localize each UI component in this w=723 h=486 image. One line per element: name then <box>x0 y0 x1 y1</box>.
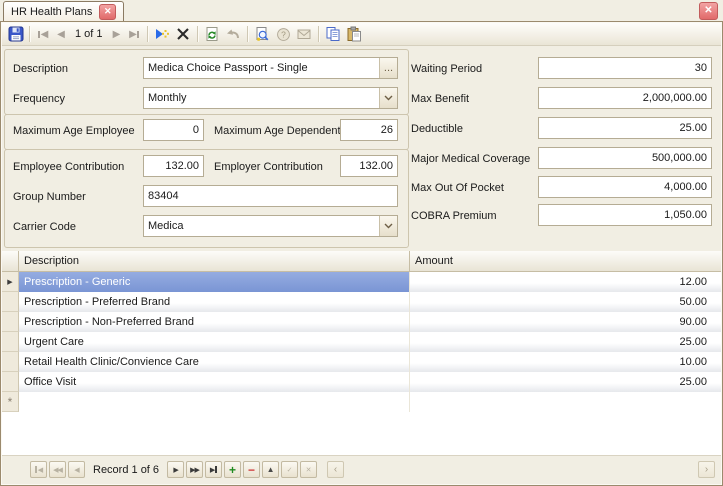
tab-close-icon[interactable]: ✕ <box>99 4 116 20</box>
frequency-dropdown[interactable]: Monthly <box>143 87 398 109</box>
hr-health-plans-window: HR Health Plans ✕ ✕ ◀ ◀ 1 of 1 ▶ ▶ <box>0 0 723 486</box>
nav-edit-icon[interactable]: ▲ <box>262 461 279 478</box>
toolbar-separator <box>197 26 199 42</box>
deductible-label: Deductible <box>411 123 463 135</box>
frequency-label: Frequency <box>13 93 65 105</box>
tab-title: HR Health Plans <box>11 6 92 18</box>
nav-append-icon[interactable]: + <box>224 461 241 478</box>
next-record-icon[interactable]: ▶ <box>108 24 126 44</box>
toolbar: ◀ ◀ 1 of 1 ▶ ▶ ? <box>2 23 721 46</box>
nav-end-edit-icon[interactable]: ✓ <box>281 461 298 478</box>
employer-contribution-field[interactable]: 132.00 <box>340 155 398 177</box>
delete-record-icon[interactable] <box>173 24 194 44</box>
max-age-dependent-field[interactable]: 26 <box>340 119 398 141</box>
hscroll-left-icon[interactable]: ‹ <box>327 461 344 478</box>
group-number-label: Group Number <box>13 191 86 203</box>
nav-previous-page-icon[interactable]: ◀◀ <box>49 461 66 478</box>
email-icon[interactable] <box>294 24 315 44</box>
group-number-field[interactable]: 83404 <box>143 185 398 207</box>
column-header-description[interactable]: Description <box>19 251 410 271</box>
table-row[interactable]: Prescription - Preferred Brand 50.00 <box>2 292 721 312</box>
waiting-period-field[interactable]: 30 <box>538 57 712 79</box>
nav-cancel-edit-icon[interactable]: ✕ <box>300 461 317 478</box>
tabstrip-close-icon[interactable]: ✕ <box>699 2 718 20</box>
record-position: 1 of 1 <box>70 28 108 40</box>
undo-icon[interactable] <box>223 24 244 44</box>
record-navigator: ◀ ◀◀ ◀ Record 1 of 6 ▶ ▶▶ ▶ + − ▲ ✓ ✕ ‹ … <box>2 455 721 483</box>
chevron-down-icon[interactable] <box>379 88 397 108</box>
nav-next-page-icon[interactable]: ▶▶ <box>186 461 203 478</box>
carrier-code-dropdown[interactable]: Medica <box>143 215 398 237</box>
table-row[interactable]: Urgent Care 25.00 <box>2 332 721 352</box>
employee-contribution-label: Employee Contribution <box>13 161 124 173</box>
save-icon[interactable] <box>5 24 26 44</box>
table-row[interactable]: ▶ Prescription - Generic 12.00 <box>2 272 721 292</box>
nav-delete-icon[interactable]: − <box>243 461 260 478</box>
description-label: Description <box>13 63 68 75</box>
row-indicator <box>2 372 19 392</box>
tab-hr-health-plans[interactable]: HR Health Plans ✕ <box>3 1 124 22</box>
carrier-code-label: Carrier Code <box>13 221 76 233</box>
waiting-period-label: Waiting Period <box>411 63 482 75</box>
refresh-icon[interactable] <box>202 24 223 44</box>
max-age-employee-field[interactable]: 0 <box>143 119 204 141</box>
row-indicator <box>2 292 19 312</box>
ellipsis-icon[interactable]: ... <box>379 58 397 78</box>
last-record-icon[interactable]: ▶ <box>126 24 144 44</box>
major-medical-coverage-field[interactable]: 500,000.00 <box>538 147 712 169</box>
table-row[interactable]: Prescription - Non-Preferred Brand 90.00 <box>2 312 721 332</box>
nav-previous-icon[interactable]: ◀ <box>68 461 85 478</box>
toolbar-separator <box>29 26 31 42</box>
copy-icon[interactable] <box>323 24 344 44</box>
table-row[interactable]: Retail Health Clinic/Convience Care 10.0… <box>2 352 721 372</box>
row-indicator <box>2 312 19 332</box>
tab-strip: HR Health Plans ✕ ✕ <box>0 0 723 22</box>
new-record-icon[interactable] <box>152 24 173 44</box>
nav-next-icon[interactable]: ▶ <box>167 461 184 478</box>
help-icon[interactable]: ? <box>273 24 294 44</box>
record-status: Record 1 of 6 <box>87 464 167 476</box>
new-row-indicator-icon: * <box>2 392 19 412</box>
nav-last-icon[interactable]: ▶ <box>205 461 222 478</box>
cobra-premium-label: COBRA Premium <box>411 210 497 222</box>
print-preview-icon[interactable] <box>252 24 273 44</box>
toolbar-separator <box>318 26 320 42</box>
svg-text:?: ? <box>281 29 286 39</box>
row-indicator <box>2 352 19 372</box>
nav-first-icon[interactable]: ◀ <box>30 461 47 478</box>
chevron-down-icon[interactable] <box>379 216 397 236</box>
cobra-premium-field[interactable]: 1,050.00 <box>538 204 712 226</box>
grid-empty-area <box>2 412 721 455</box>
max-benefit-label: Max Benefit <box>411 93 469 105</box>
grid-indicator-header <box>2 251 19 271</box>
toolbar-separator <box>147 26 149 42</box>
grid-header-row: Description Amount <box>2 251 721 272</box>
table-row[interactable]: Office Visit 25.00 <box>2 372 721 392</box>
hscroll-right-icon[interactable]: › <box>698 461 715 478</box>
previous-record-icon[interactable]: ◀ <box>52 24 70 44</box>
max-benefit-field[interactable]: 2,000,000.00 <box>538 87 712 109</box>
toolbar-separator <box>247 26 249 42</box>
employee-contribution-field[interactable]: 132.00 <box>143 155 204 177</box>
benefits-grid: Description Amount ▶ Prescription - Gene… <box>2 251 721 455</box>
max-age-employee-label: Maximum Age Employee <box>13 125 135 137</box>
max-age-dependent-label: Maximum Age Dependent <box>214 125 341 137</box>
row-indicator-arrow-icon: ▶ <box>2 272 19 292</box>
column-header-amount[interactable]: Amount <box>410 251 721 271</box>
major-medical-coverage-label: Major Medical Coverage <box>411 153 530 165</box>
paste-icon[interactable] <box>344 24 365 44</box>
first-record-icon[interactable]: ◀ <box>34 24 52 44</box>
employer-contribution-label: Employer Contribution <box>214 161 323 173</box>
grid-new-row[interactable]: * <box>2 392 721 412</box>
deductible-field[interactable]: 25.00 <box>538 117 712 139</box>
max-out-of-pocket-label: Max Out Of Pocket <box>411 182 504 194</box>
row-indicator <box>2 332 19 352</box>
max-out-of-pocket-field[interactable]: 4,000.00 <box>538 176 712 198</box>
description-field[interactable]: Medica Choice Passport - Single ... <box>143 57 398 79</box>
